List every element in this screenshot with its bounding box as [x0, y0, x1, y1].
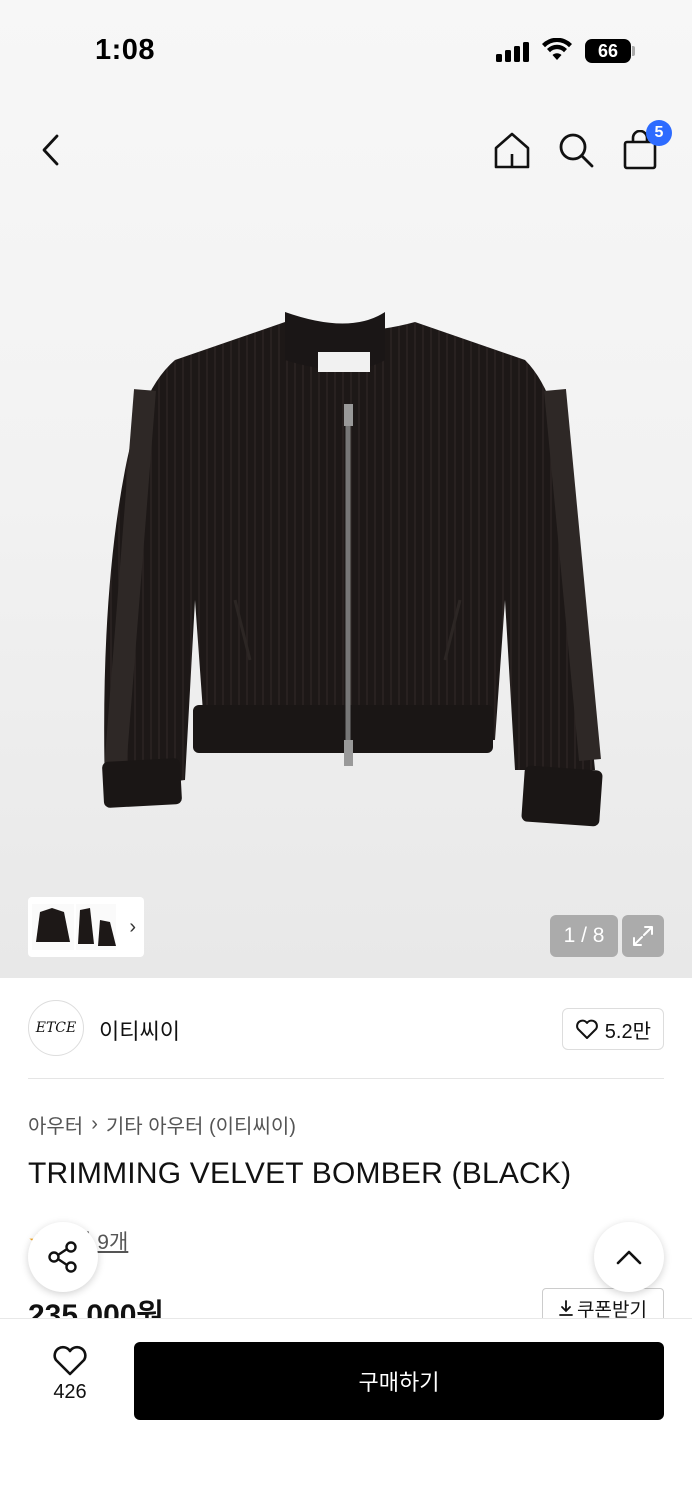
share-icon: [48, 1241, 77, 1273]
heart-icon: [575, 1019, 598, 1039]
top-nav: 5: [0, 118, 692, 188]
chevron-right-icon: ›: [129, 916, 136, 938]
brand-logo[interactable]: ETCE: [28, 1000, 84, 1056]
cart-button[interactable]: 5: [618, 120, 672, 172]
battery-icon: 66: [585, 39, 631, 63]
wifi-icon: [542, 38, 572, 60]
product-title: TRIMMING VELVET BOMBER (BLACK): [28, 1157, 572, 1190]
status-bar: 1:08 66: [0, 0, 692, 100]
heart-icon: [53, 1345, 87, 1376]
scroll-to-top-button[interactable]: [594, 1222, 664, 1292]
cellular-signal-icon: [496, 42, 529, 62]
search-icon: [559, 133, 594, 168]
battery-level: 66: [597, 40, 619, 61]
chevron-left-icon: [42, 134, 59, 166]
search-button[interactable]: [554, 128, 598, 172]
home-icon: [494, 132, 530, 169]
brand-name[interactable]: 이티씨이: [99, 1014, 180, 1046]
status-time: 1:08: [95, 34, 156, 66]
expand-button[interactable]: [622, 915, 664, 957]
buy-button[interactable]: 구매하기: [134, 1342, 664, 1420]
wishlist-button[interactable]: 426: [40, 1345, 100, 1404]
breadcrumb: 아우터 › 기타 아우터 (이티씨이): [28, 1110, 296, 1139]
brand-row[interactable]: ETCE 이티씨이 5.2만: [28, 1000, 664, 1058]
back-button[interactable]: [30, 128, 70, 172]
breadcrumb-subcategory[interactable]: 기타 아우터 (이티씨이): [106, 1110, 296, 1139]
brand-like-button[interactable]: 5.2만: [561, 1008, 664, 1050]
home-button[interactable]: [490, 128, 534, 172]
thumbnail-strip[interactable]: ›: [28, 897, 144, 957]
cart-count-badge: 5: [646, 120, 672, 146]
share-button[interactable]: [28, 1222, 98, 1292]
thumbnail-jacket-images: [32, 904, 116, 950]
expand-icon: [633, 926, 653, 946]
breadcrumb-category[interactable]: 아우터: [28, 1110, 83, 1139]
brand-like-count: 5.2만: [604, 1020, 651, 1043]
image-counter: 1 / 8: [550, 915, 618, 957]
chevron-right-icon: ›: [91, 1113, 98, 1135]
bottom-action-bar: 426 구매하기: [0, 1318, 692, 1500]
chevron-up-icon: [616, 1250, 642, 1265]
wishlist-count: 426: [53, 1381, 87, 1403]
download-icon: [559, 1300, 573, 1316]
divider: [28, 1078, 664, 1079]
product-photo-bomber-jacket[interactable]: [85, 300, 615, 840]
